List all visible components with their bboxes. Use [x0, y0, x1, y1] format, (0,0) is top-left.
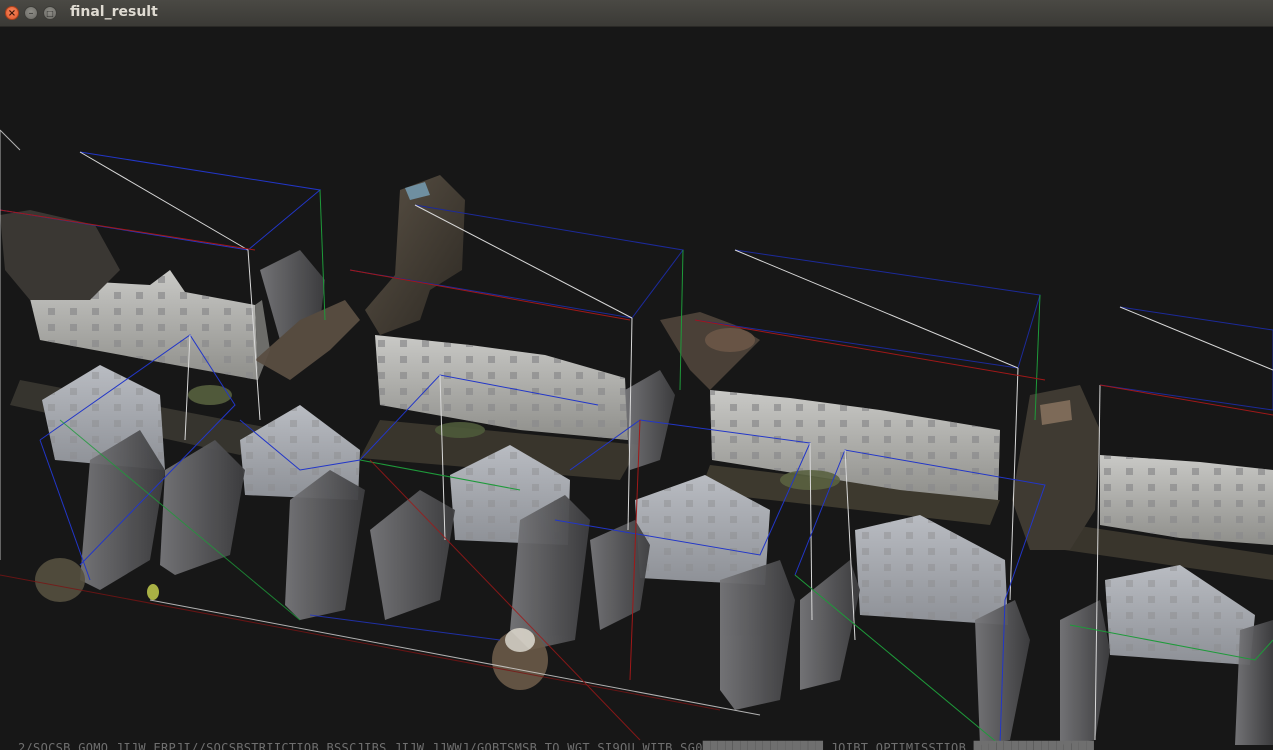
tree-left	[0, 210, 120, 300]
tree-1	[365, 175, 465, 335]
close-icon: ×	[7, 8, 17, 19]
3d-viewport[interactable]: 2/SOCSB_GOMO_JIJW_ERPJI//SOCSBSTRIICTIOB…	[0, 27, 1273, 750]
window-titlebar[interactable]: × – □ final_result	[0, 0, 1273, 27]
house-roof-6	[1105, 565, 1255, 665]
minimize-icon: –	[28, 8, 34, 19]
minimize-button[interactable]: –	[24, 6, 38, 20]
point-cloud-scene	[0, 129, 1273, 746]
maximize-button[interactable]: □	[43, 6, 57, 20]
close-button[interactable]: ×	[5, 6, 19, 20]
tree-3	[660, 312, 760, 390]
building-wall-4	[1100, 455, 1273, 545]
window-title: final_result	[70, 4, 158, 20]
tree-2	[1012, 385, 1100, 550]
house-roof-5	[855, 515, 1008, 625]
console-output-text: 2/SOCSB_GOMO_JIJW_ERPJI//SOCSBSTRIICTIOB…	[18, 741, 1095, 750]
application-window: × – □ final_result 2/SOCSB_GOMO_JIJW_ERP…	[0, 0, 1273, 750]
maximize-icon: □	[46, 9, 54, 18]
